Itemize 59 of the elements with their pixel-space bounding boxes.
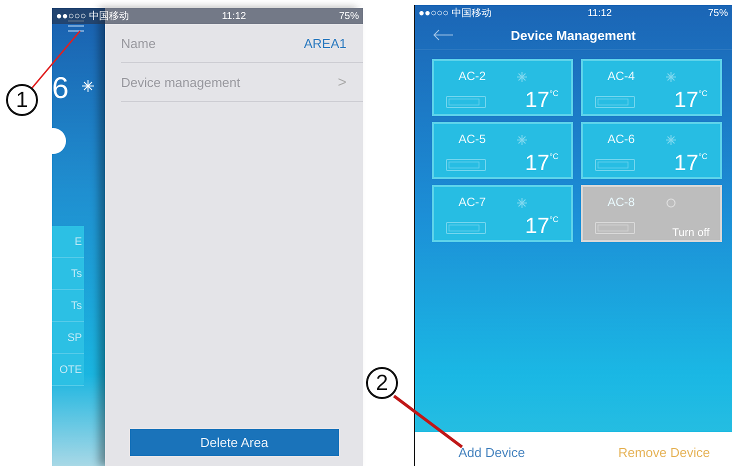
snowflake-icon: [666, 72, 676, 82]
unit-text: °C: [550, 152, 558, 161]
air-conditioner-icon: [446, 159, 486, 171]
battery-level-text: 75%: [708, 8, 728, 18]
device-name: AC-8: [608, 195, 635, 209]
device-name: AC-2: [458, 69, 486, 83]
mode-menu-item[interactable]: OTE: [52, 354, 84, 386]
back-arrow-icon[interactable]: [432, 29, 452, 41]
unit-text: °C: [698, 152, 708, 161]
callout-number: 1: [6, 84, 38, 116]
remove-device-link[interactable]: Remove Device: [618, 444, 710, 460]
battery-level-text: 75%: [338, 10, 359, 22]
clock-time: 11:12: [588, 8, 612, 18]
temperature-value: 17: [525, 152, 550, 174]
slider-knob[interactable]: [52, 128, 66, 154]
page-title: Device Management: [510, 28, 636, 42]
status-text: Turn off: [672, 227, 710, 239]
unit-text: °C: [698, 89, 708, 98]
device-name: AC-6: [608, 132, 635, 146]
add-device-link[interactable]: Add Device: [458, 444, 525, 460]
snowflake-icon: [666, 135, 676, 145]
setting-label: Name: [121, 36, 156, 50]
setting-value: AREA1: [304, 36, 346, 50]
device-card[interactable]: AC-8 Turn off: [580, 185, 722, 242]
leader-line: [393, 394, 463, 448]
callout-number: 2: [366, 367, 398, 399]
mode-menu-item[interactable]: Ts: [52, 258, 84, 290]
temperature-value: 17: [674, 152, 699, 174]
temperature-value: 17: [525, 215, 550, 237]
snowflake-icon: [516, 72, 526, 82]
chevron-text: >: [338, 74, 346, 90]
air-conditioner-icon: [446, 96, 486, 108]
device-name: AC-5: [458, 132, 486, 146]
carrier-text: ●●○○○ 中国移动: [56, 10, 129, 23]
snowflake-icon: [82, 80, 94, 92]
unit-text: °C: [550, 215, 558, 224]
air-conditioner-icon: [594, 96, 634, 108]
snowflake-icon: [516, 135, 526, 145]
device-name: AC-4: [608, 69, 635, 83]
delete-area-button[interactable]: Delete Area: [130, 429, 338, 456]
air-conditioner-icon: [594, 222, 634, 234]
settings-row[interactable]: Name AREA1: [121, 24, 362, 63]
circle-icon: [666, 198, 676, 208]
settings-row[interactable]: Device management >: [121, 63, 362, 102]
temperature-value: 17: [525, 89, 550, 111]
snowflake-icon: [516, 198, 526, 208]
setting-label: Device management: [121, 74, 240, 90]
carrier-text: ●●○○○ 中国移动: [418, 6, 492, 20]
device-name: AC-7: [458, 195, 486, 209]
temperature-value: 17: [674, 89, 699, 111]
temperature-text: 6: [52, 74, 69, 104]
menu-icon[interactable]: [68, 20, 84, 32]
mode-menu-item[interactable]: SP: [52, 322, 84, 354]
clock-time: 11:12: [222, 10, 246, 22]
air-conditioner-icon: [446, 222, 486, 234]
mode-menu-item[interactable]: E: [52, 226, 84, 258]
air-conditioner-icon: [594, 159, 634, 171]
mode-menu-item[interactable]: Ts: [52, 290, 84, 322]
unit-text: °C: [550, 89, 558, 98]
